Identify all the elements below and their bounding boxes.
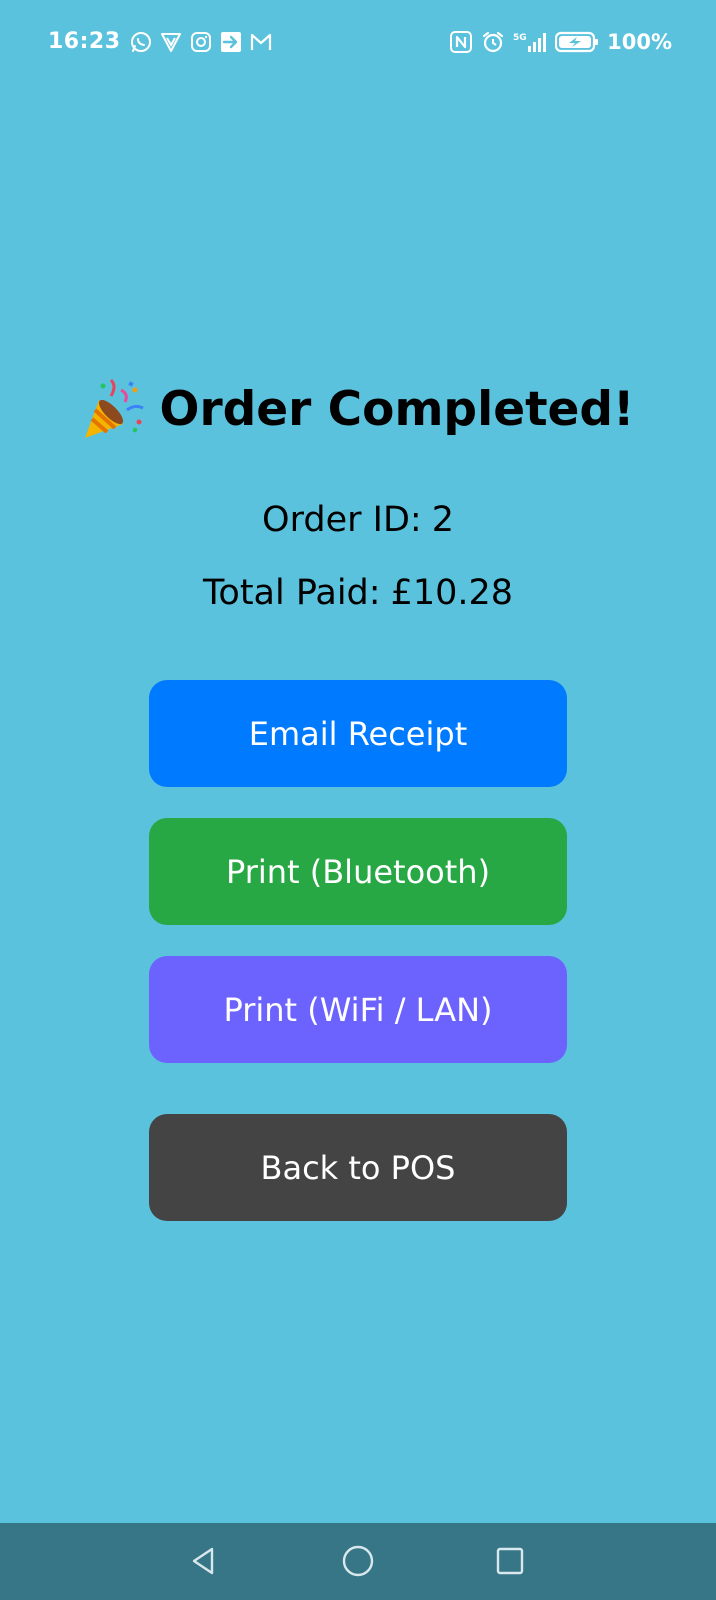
status-time: 16:23 xyxy=(48,29,121,54)
nav-back-button[interactable] xyxy=(180,1537,228,1585)
nav-home-button[interactable] xyxy=(334,1537,382,1585)
nfc-icon xyxy=(450,31,473,53)
print-wifi-lan-button[interactable]: Print (WiFi / LAN) xyxy=(149,956,567,1063)
back-triangle-icon xyxy=(192,1547,214,1575)
gmail-icon xyxy=(250,33,271,50)
recents-square-icon xyxy=(496,1547,524,1575)
status-bar-right: 5G 100% xyxy=(449,27,672,57)
email-receipt-button[interactable]: Email Receipt xyxy=(149,680,567,787)
forward-arrow-icon xyxy=(220,32,241,52)
home-circle-icon xyxy=(342,1545,374,1577)
order-id-value: 2 xyxy=(431,500,454,540)
total-paid-label: Total Paid: xyxy=(202,573,381,613)
system-navigation-bar xyxy=(0,1523,716,1600)
signal-5g-icon: 5G xyxy=(513,33,547,52)
page-title: Order Completed! xyxy=(159,382,635,437)
svg-text:5G: 5G xyxy=(513,33,527,43)
order-id: Order ID: 2 xyxy=(0,496,716,544)
vpn-shield-icon xyxy=(160,33,181,52)
back-to-pos-button[interactable]: Back to POS xyxy=(149,1114,567,1221)
notification-icons xyxy=(129,30,273,54)
title-row: Order Completed! xyxy=(0,378,716,442)
instagram-icon xyxy=(190,32,211,52)
print-bluetooth-button[interactable]: Print (Bluetooth) xyxy=(149,818,567,925)
status-bar-left: 16:23 xyxy=(48,27,273,57)
status-bar: 16:23 5G 100% xyxy=(0,0,716,84)
whatsapp-icon xyxy=(130,32,151,52)
total-paid-value: £10.28 xyxy=(390,573,514,613)
total-paid: Total Paid: £10.28 xyxy=(0,569,716,617)
party-popper-icon xyxy=(85,378,145,438)
alarm-icon xyxy=(483,31,504,53)
nav-recents-button[interactable] xyxy=(486,1537,534,1585)
order-id-label: Order ID: xyxy=(262,500,422,540)
battery-percentage: 100% xyxy=(607,30,672,54)
battery-charging-icon xyxy=(555,31,599,53)
